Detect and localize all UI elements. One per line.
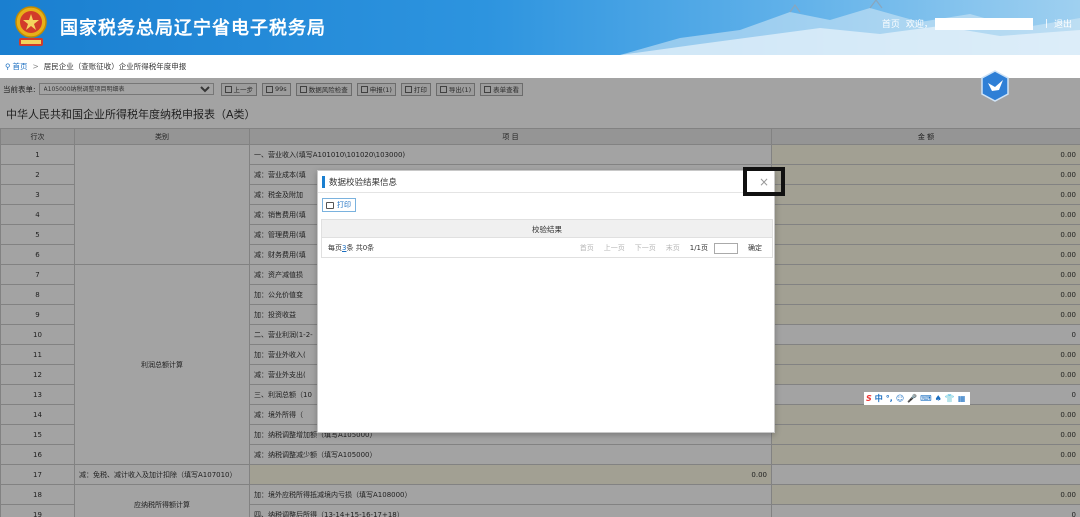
sogou-logo-icon: S <box>866 394 872 403</box>
welcome-text: 欢迎， <box>905 20 933 30</box>
first-page-button[interactable]: 首页 <box>580 243 594 253</box>
logout-link[interactable]: 退出 <box>1054 17 1072 30</box>
username-field <box>934 17 1033 30</box>
goto-page-button[interactable]: 确定 <box>748 243 762 253</box>
prev-page-button[interactable]: 上一页 <box>604 243 625 253</box>
location-pin-icon: ⚲ <box>5 61 11 71</box>
ime-punct-icon[interactable]: °, <box>886 394 893 403</box>
dialog-print-label: 打印 <box>337 201 351 209</box>
pager-controls: 首页 上一页 下一页 末页 1/1页 确定 <box>580 238 762 258</box>
last-page-button[interactable]: 末页 <box>666 243 680 253</box>
result-column-header: 校验结果 <box>321 219 773 238</box>
tax-emblem-logo <box>15 6 47 46</box>
home-link[interactable]: 首页 <box>882 17 900 30</box>
breadcrumb-home[interactable]: 首页 <box>13 61 28 72</box>
per-page-prefix: 每页 <box>328 243 342 252</box>
ime-voice-icon[interactable]: 🎤 <box>907 394 917 403</box>
page-info: 1/1页 <box>689 244 708 252</box>
page-number-input[interactable] <box>714 242 738 254</box>
site-header: 国家税务总局辽宁省电子税务局 首页 欢迎， | 退出 <box>0 0 1080 55</box>
top-links: 首页 欢迎， | 退出 <box>882 17 1072 30</box>
ime-emoji-icon[interactable]: ☺ <box>896 394 904 403</box>
dialog-title: 数据校验结果信息 <box>329 177 398 188</box>
site-title: 国家税务总局辽宁省电子税务局 <box>60 18 326 39</box>
pagination-bar: 每页 3 条 共0条 首页 上一页 下一页 末页 1/1页 确定 <box>321 238 773 258</box>
breadcrumb: ⚲ 首页 > 居民企业（查账征收）企业所得税年度申报 <box>0 58 1080 74</box>
breadcrumb-separator: > <box>32 61 39 71</box>
ime-toolbar[interactable]: S 中 °, ☺ 🎤 ⌨ ♠ 👕 ▦ <box>864 392 971 405</box>
record-count: 条 共0条 <box>346 243 375 252</box>
ime-lang-toggle[interactable]: 中 <box>875 393 883 404</box>
dialog-print-button[interactable]: 打印 <box>322 198 356 212</box>
ime-menu-icon[interactable]: ▦ <box>958 394 966 403</box>
result-table: 校验结果 每页 3 条 共0条 首页 上一页 下一页 末页 1/1页 确定 <box>321 219 773 258</box>
title-accent-bar <box>322 175 325 188</box>
ime-skin-icon[interactable]: 👕 <box>945 394 955 403</box>
printer-icon <box>326 201 334 209</box>
close-button[interactable]: × <box>743 167 785 196</box>
dialog-header: 数据校验结果信息 × <box>318 167 785 196</box>
assistant-bird-icon[interactable] <box>980 70 1010 102</box>
close-icon: × <box>758 174 770 189</box>
link-separator: | <box>1044 18 1048 29</box>
breadcrumb-current: 居民企业（查账征收）企业所得税年度申报 <box>43 61 187 71</box>
validation-result-dialog: 数据校验结果信息 × 打印 校验结果 每页 3 条 共0条 首页 上一页 下一页… <box>317 167 785 433</box>
ime-keyboard-icon[interactable]: ⌨ <box>920 394 932 403</box>
ime-tools-icon[interactable]: ♠ <box>935 394 942 403</box>
next-page-button[interactable]: 下一页 <box>635 243 656 253</box>
